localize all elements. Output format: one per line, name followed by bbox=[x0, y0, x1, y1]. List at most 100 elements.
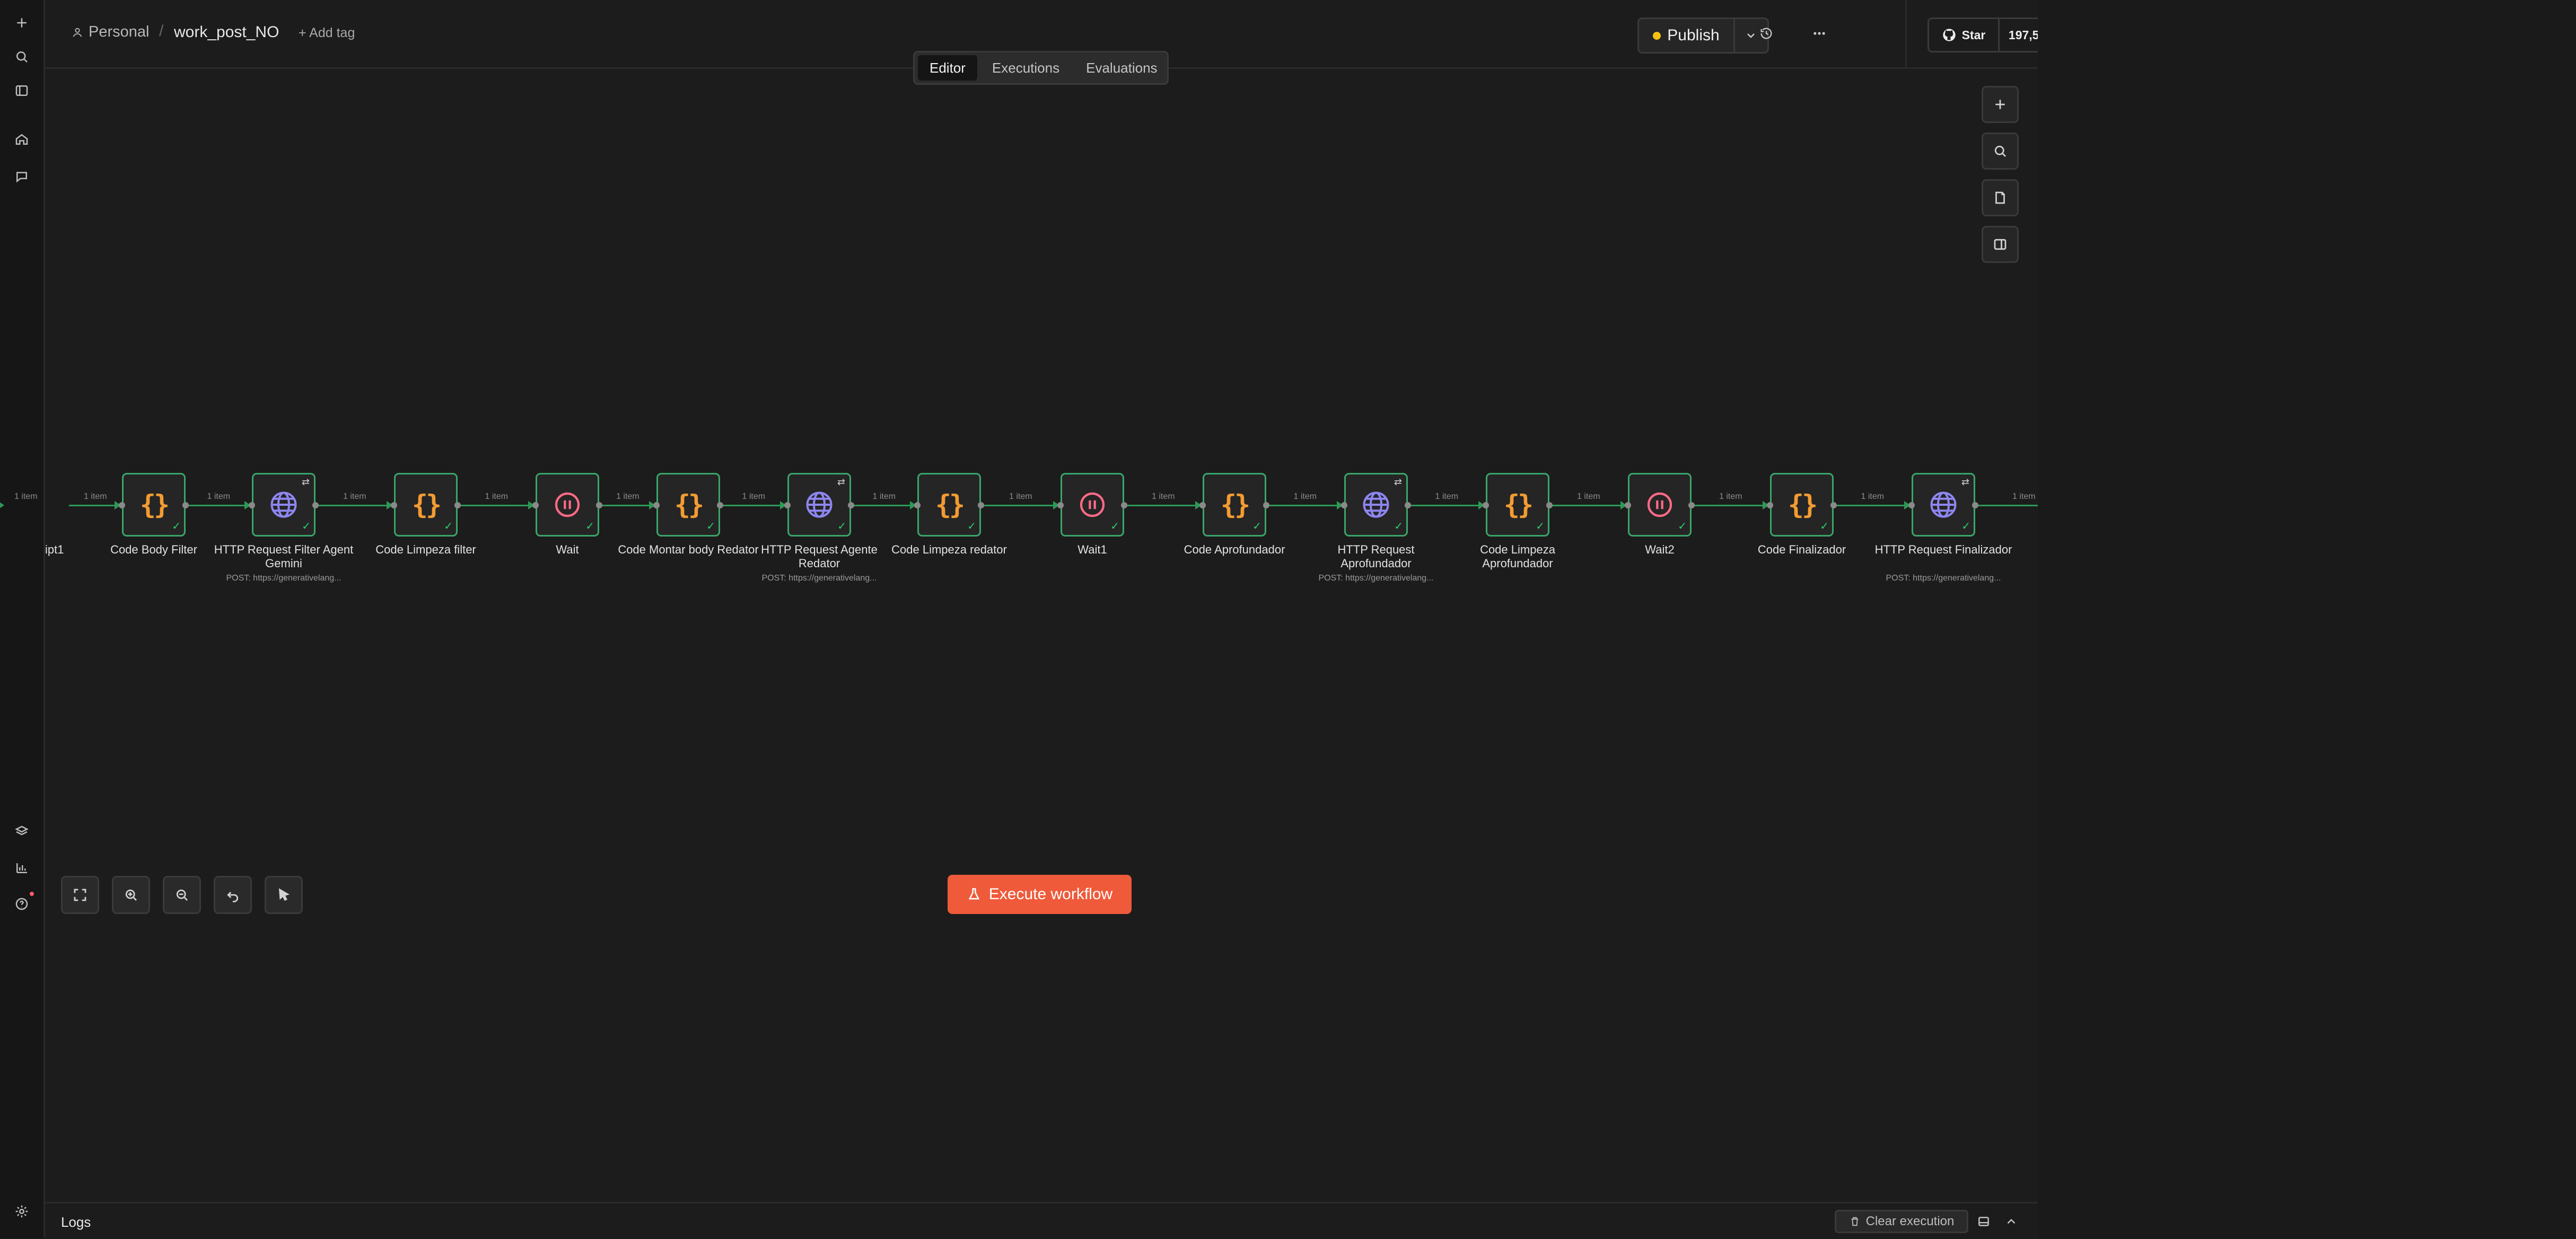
toggle-panel-button[interactable] bbox=[1982, 226, 2019, 263]
add-node-button[interactable] bbox=[1982, 86, 2019, 123]
connection-edge[interactable] bbox=[458, 505, 536, 506]
workflow-node[interactable]: {} ✓ bbox=[119, 473, 189, 537]
fit-view-button[interactable] bbox=[61, 876, 99, 914]
workflow-node[interactable]: {} ✓ bbox=[391, 473, 461, 537]
connection-edge[interactable] bbox=[599, 505, 656, 506]
node-title: HTTP Request Aprofundador bbox=[1337, 543, 1415, 570]
output-port[interactable] bbox=[1830, 502, 1837, 508]
project-breadcrumb[interactable]: Personal bbox=[72, 23, 149, 41]
github-star[interactable]: Star bbox=[1929, 19, 2000, 51]
connection-edge[interactable] bbox=[1975, 505, 2038, 506]
output-port[interactable] bbox=[1263, 502, 1269, 508]
output-port[interactable] bbox=[1121, 502, 1127, 508]
chevron-up-icon[interactable] bbox=[2003, 1213, 2020, 1230]
search-icon[interactable] bbox=[10, 45, 34, 69]
workflow-node[interactable]: {} ✓ bbox=[1199, 473, 1269, 537]
connection-edge[interactable] bbox=[69, 505, 122, 506]
connection-edge[interactable] bbox=[316, 505, 394, 506]
history-icon[interactable] bbox=[1756, 23, 1777, 44]
edge-item-count: 1 item bbox=[1293, 492, 1317, 501]
output-port[interactable] bbox=[848, 502, 854, 508]
tab-editor[interactable]: Editor bbox=[918, 55, 977, 81]
panel-toggle-icon bbox=[1994, 239, 2007, 250]
success-check-icon: ✓ bbox=[585, 521, 594, 532]
output-port[interactable] bbox=[717, 502, 723, 508]
connection-edge[interactable] bbox=[1549, 505, 1628, 506]
connection-edge[interactable] bbox=[1834, 505, 1912, 506]
output-port[interactable] bbox=[454, 502, 461, 508]
edge-item-count: 1 item bbox=[485, 492, 509, 501]
search-nodes-button[interactable] bbox=[1982, 133, 2019, 170]
edge-item-count: 1 item bbox=[1435, 492, 1459, 501]
status-dot bbox=[1653, 31, 1661, 40]
output-port[interactable] bbox=[596, 502, 602, 508]
search-icon bbox=[1994, 145, 2006, 157]
publish-split-button: Publish bbox=[1637, 17, 1769, 54]
zoom-out-button[interactable] bbox=[163, 876, 201, 914]
workflow-node[interactable]: {} ✓ bbox=[653, 473, 723, 537]
chat-icon[interactable] bbox=[10, 164, 34, 189]
zoom-in-icon bbox=[125, 889, 137, 901]
workflow-node[interactable]: ✓ bbox=[1057, 473, 1127, 537]
workflow-node[interactable]: {} ✓ bbox=[914, 473, 984, 537]
workflow-node[interactable]: ⇄ ✓ bbox=[1341, 473, 1411, 537]
more-options-icon[interactable] bbox=[1809, 23, 1830, 44]
workflow-node[interactable]: ⇄ ✓ bbox=[1908, 473, 1978, 537]
output-port[interactable] bbox=[978, 502, 984, 508]
output-port[interactable] bbox=[1546, 502, 1553, 508]
output-port[interactable] bbox=[1405, 502, 1411, 508]
retry-icon: ⇄ bbox=[301, 477, 310, 487]
zoom-in-button[interactable] bbox=[112, 876, 150, 914]
node-title: Code Limpeza filter bbox=[375, 543, 476, 556]
settings-icon[interactable] bbox=[10, 1199, 34, 1224]
edge-item-count: 1 item bbox=[84, 492, 107, 501]
add-sticky-button[interactable] bbox=[1982, 179, 2019, 216]
trash-icon bbox=[1851, 1217, 1859, 1226]
edge-item-count: 1 item bbox=[343, 492, 366, 501]
connection-edge[interactable] bbox=[1124, 505, 1203, 506]
flask-icon bbox=[968, 888, 980, 900]
edge-item-count: 1 item bbox=[742, 492, 766, 501]
connection-edge[interactable] bbox=[186, 505, 252, 506]
connection-edge[interactable] bbox=[1692, 505, 1770, 506]
connection-edge[interactable] bbox=[720, 505, 787, 506]
workflow-node[interactable]: ✓ bbox=[1625, 473, 1695, 537]
publish-label: Publish bbox=[1667, 27, 1720, 44]
output-port[interactable] bbox=[312, 502, 319, 508]
add-tag-button[interactable]: + Add tag bbox=[299, 25, 355, 41]
fit-view-icon bbox=[74, 889, 86, 901]
open-logs-panel-icon[interactable] bbox=[1975, 1213, 1992, 1230]
pointer-tool-button[interactable] bbox=[265, 876, 303, 914]
workflow-node[interactable]: {} ✓ bbox=[1483, 473, 1553, 537]
connection-edge[interactable] bbox=[1266, 505, 1344, 506]
tab-evaluations[interactable]: Evaluations bbox=[1074, 55, 1169, 81]
workflow-node[interactable]: ⇄ ✓ bbox=[784, 473, 854, 537]
workflow-node[interactable]: ✓ bbox=[532, 473, 602, 537]
output-port[interactable] bbox=[182, 502, 189, 508]
clear-execution-button[interactable]: Clear execution bbox=[1835, 1210, 1968, 1233]
workflow-name[interactable]: work_post_NO bbox=[174, 23, 279, 41]
workflow-node[interactable]: {} ✓ bbox=[1767, 473, 1837, 537]
connection-edge[interactable] bbox=[981, 505, 1061, 506]
tab-executions[interactable]: Executions bbox=[980, 55, 1071, 81]
logs-bar[interactable]: Logs Clear execution bbox=[45, 1202, 2038, 1239]
connection-edge[interactable] bbox=[1408, 505, 1486, 506]
publish-button[interactable]: Publish bbox=[1639, 19, 1735, 52]
connection-edge[interactable] bbox=[851, 505, 917, 506]
undo-button[interactable] bbox=[214, 876, 252, 914]
retry-icon: ⇄ bbox=[1394, 477, 1402, 487]
home-icon[interactable] bbox=[10, 127, 34, 152]
node-subtitle: POST: https://generativelang... bbox=[761, 574, 877, 583]
execute-workflow-button[interactable]: Execute workflow bbox=[948, 875, 1132, 914]
insights-icon[interactable] bbox=[10, 856, 34, 880]
success-check-icon: ✓ bbox=[444, 521, 453, 532]
edge-item-count: 1 item bbox=[1719, 492, 1742, 501]
panel-icon[interactable] bbox=[10, 78, 34, 103]
node-title: Code Aprofundador bbox=[1184, 543, 1285, 556]
plus-icon[interactable] bbox=[10, 11, 34, 35]
output-port[interactable] bbox=[1972, 502, 1978, 508]
templates-icon[interactable] bbox=[10, 820, 34, 844]
output-port[interactable] bbox=[1688, 502, 1695, 508]
workflow-node[interactable]: ⇄ ✓ bbox=[249, 473, 319, 537]
node-title: Code Finalizador bbox=[1757, 543, 1846, 556]
